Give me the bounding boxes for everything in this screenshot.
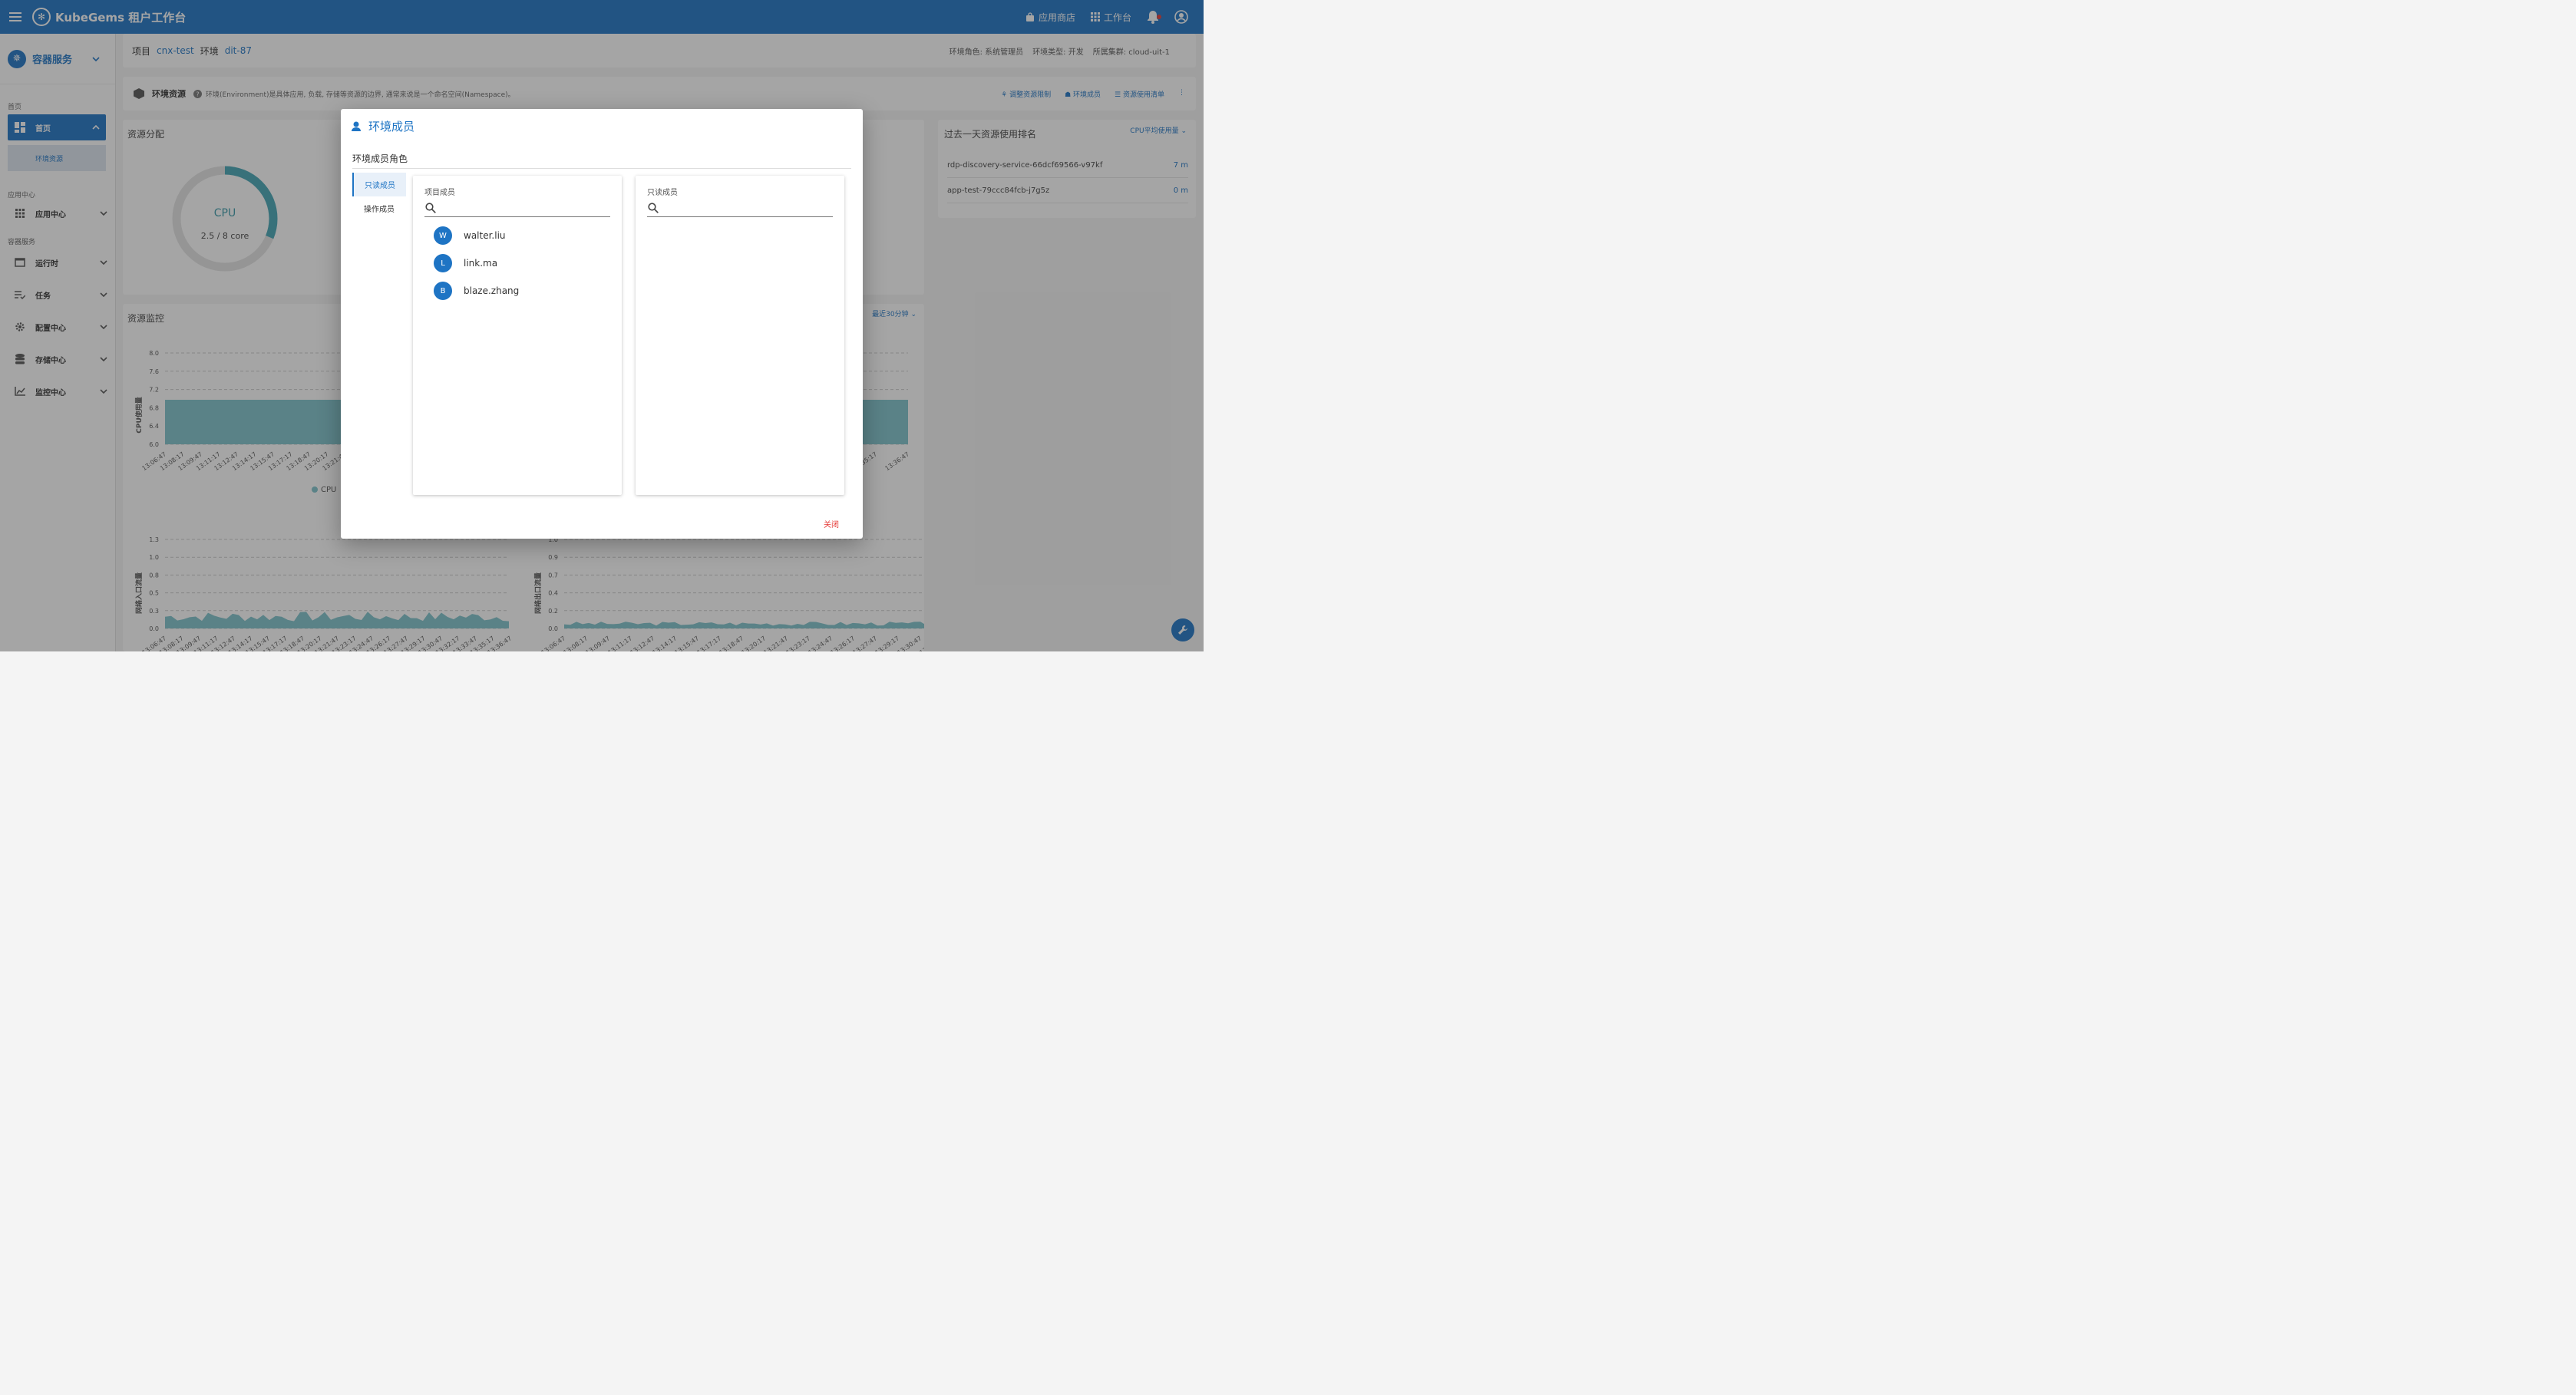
readonly-members-list: 只读成员 <box>636 176 844 495</box>
list-item[interactable]: B blaze.zhang <box>434 282 519 300</box>
readonly-members-label: 只读成员 <box>647 189 678 197</box>
tab-readonly-members[interactable]: 只读成员 <box>352 173 406 196</box>
list-item[interactable]: L link.ma <box>434 254 497 272</box>
close-button[interactable]: 关闭 <box>824 518 839 529</box>
project-members-search[interactable] <box>424 201 610 217</box>
avatar: L <box>434 254 452 272</box>
avatar: W <box>434 226 452 245</box>
readonly-members-search[interactable] <box>647 201 833 217</box>
list-item[interactable]: W walter.liu <box>434 226 506 245</box>
member-name: walter.liu <box>464 230 506 241</box>
member-name: link.ma <box>464 258 498 269</box>
account-icon <box>352 121 361 131</box>
env-members-dialog: 环境成员 环境成员角色 只读成员 操作成员 项目成员 W walter.liu … <box>341 109 863 539</box>
project-members-list: 项目成员 W walter.liu L link.ma B blaze.zhan… <box>413 176 622 495</box>
tab-operator-members[interactable]: 操作成员 <box>352 196 406 220</box>
project-members-label: 项目成员 <box>424 189 455 197</box>
dialog-subtitle: 环境成员角色 <box>352 152 851 169</box>
dialog-title: 环境成员 <box>368 120 415 134</box>
search-icon <box>425 203 436 213</box>
search-icon <box>648 203 659 213</box>
member-name: blaze.zhang <box>464 285 520 296</box>
avatar: B <box>434 282 452 300</box>
